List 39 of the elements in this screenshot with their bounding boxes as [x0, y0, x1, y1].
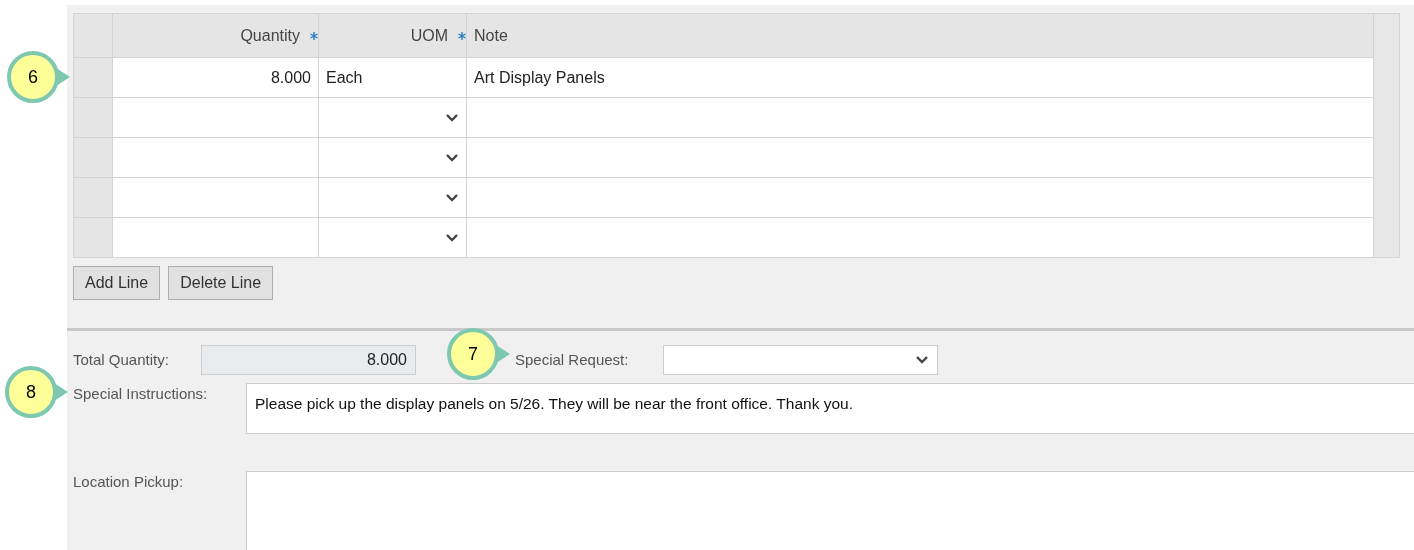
chevron-down-icon [445, 233, 459, 244]
table-cell: 8.000 [112, 57, 319, 98]
row-header-cell[interactable] [73, 97, 113, 138]
note-input[interactable] [466, 177, 1374, 218]
chevron-down-icon [915, 355, 929, 365]
note-input[interactable] [466, 97, 1374, 138]
row-header-cell[interactable] [73, 177, 113, 218]
column-header: UOM [318, 13, 467, 58]
total-quantity-field: 8.000 [201, 345, 416, 375]
quantity-input[interactable] [112, 137, 319, 178]
field-label: Total Quantity: [73, 349, 170, 370]
column-header: Quantity [112, 13, 319, 58]
chevron-down-icon [445, 153, 459, 164]
quantity-input[interactable] [112, 97, 319, 138]
uom-dropdown[interactable] [318, 217, 467, 258]
row-header-cell[interactable] [73, 217, 113, 258]
note-input[interactable] [466, 137, 1374, 178]
uom-dropdown[interactable] [318, 97, 467, 138]
note-input[interactable] [466, 217, 1374, 258]
field-label: Location Pickup: [73, 472, 185, 492]
uom-dropdown[interactable] [318, 177, 467, 218]
table-cell: Each [318, 57, 467, 98]
row-header-cell [73, 13, 113, 58]
field-label: Special Request: [515, 349, 630, 370]
column-header: Note [466, 13, 1374, 58]
quantity-input[interactable] [112, 217, 319, 258]
table-cell: Art Display Panels [466, 57, 1374, 98]
uom-dropdown[interactable] [318, 137, 467, 178]
action-button[interactable]: Add Line [73, 266, 161, 300]
chevron-down-icon [445, 193, 459, 204]
special-request-dropdown[interactable] [663, 345, 938, 375]
chevron-down-icon [445, 113, 459, 124]
action-button[interactable]: Delete Line [168, 266, 274, 300]
row-header-cell[interactable] [73, 137, 113, 178]
quantity-input[interactable] [112, 177, 319, 218]
location-pickup-field[interactable] [246, 471, 1414, 550]
field-label: Special Instructions: [73, 384, 209, 404]
row-header-cell[interactable] [73, 57, 113, 98]
special-instructions-field[interactable]: Please pick up the display panels on 5/26. They will be near the front office. Thank you. [246, 383, 1414, 434]
